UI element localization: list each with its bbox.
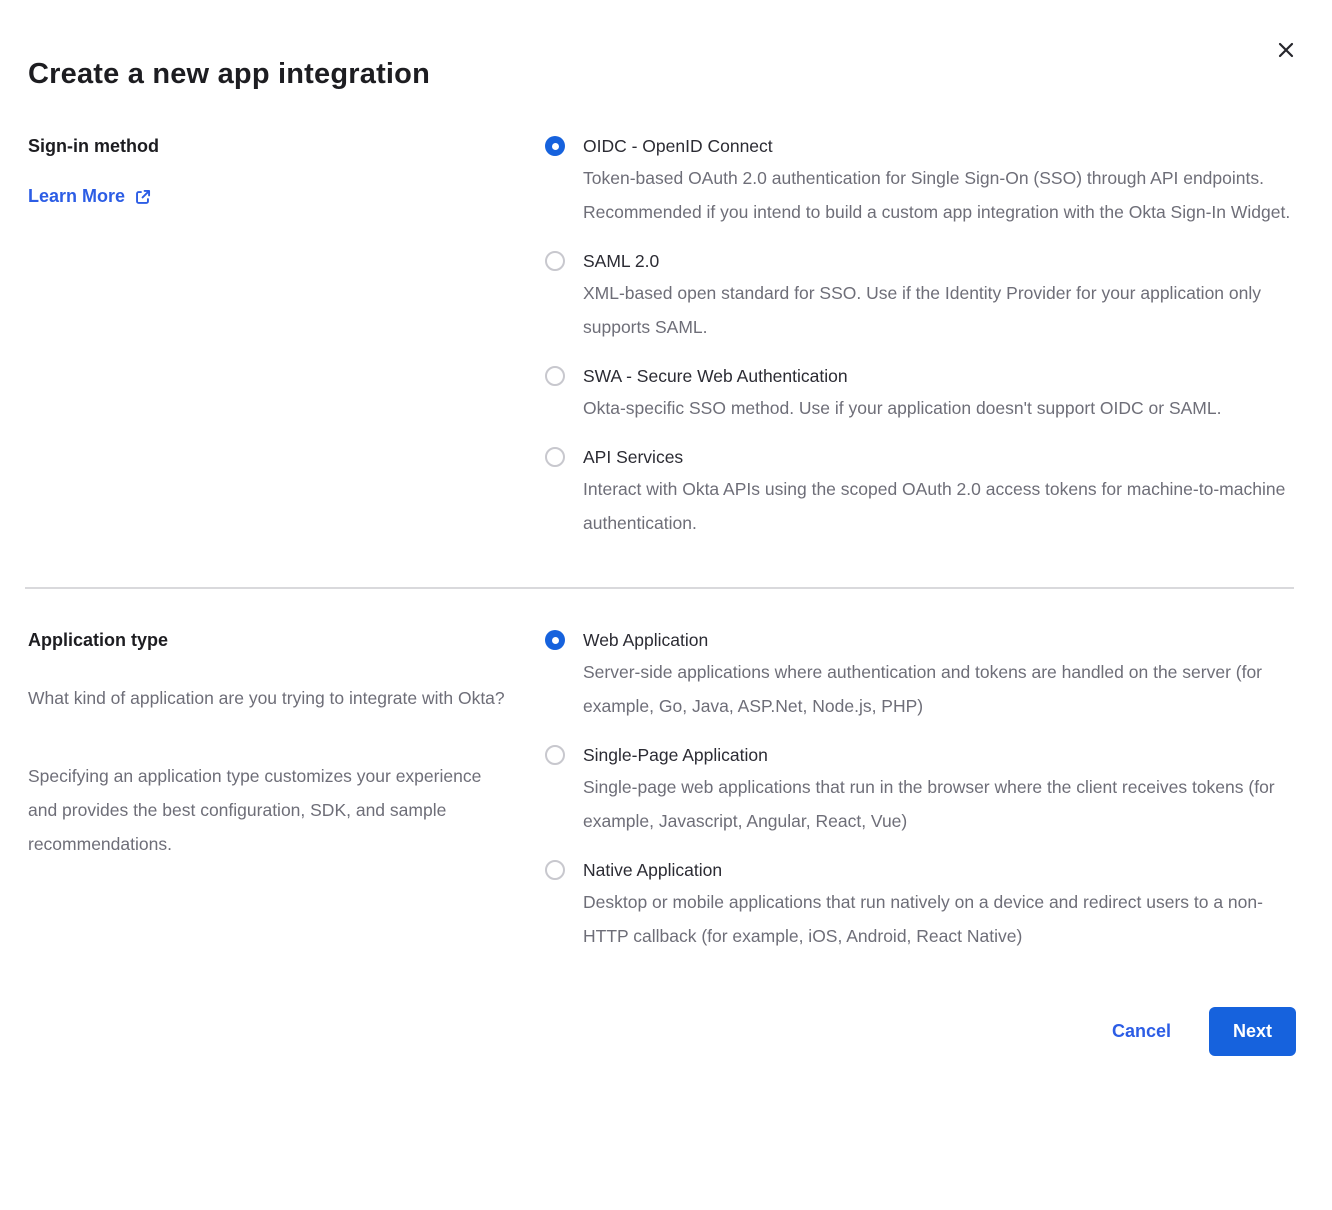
- radio-button-icon[interactable]: [545, 447, 565, 467]
- cancel-button[interactable]: Cancel: [1112, 1021, 1171, 1042]
- section-divider: [25, 587, 1294, 589]
- radio-option-label: OIDC - OpenID Connect: [583, 135, 1296, 158]
- radio-button-icon[interactable]: [545, 251, 565, 271]
- signin-method-section: Sign-in method Learn More OIDC - OpenID …: [28, 135, 1296, 540]
- radio-option-signin-0[interactable]: OIDC - OpenID Connect Token-based OAuth …: [545, 135, 1296, 229]
- radio-option-description: Desktop or mobile applications that run …: [583, 885, 1296, 953]
- application-type-description-2: Specifying an application type customize…: [28, 759, 506, 861]
- radio-option-label: Native Application: [583, 859, 1296, 882]
- radio-option-signin-1[interactable]: SAML 2.0 XML-based open standard for SSO…: [545, 250, 1296, 344]
- radio-option-label: Single-Page Application: [583, 744, 1296, 767]
- radio-button-icon[interactable]: [545, 366, 565, 386]
- signin-method-options: OIDC - OpenID Connect Token-based OAuth …: [545, 135, 1296, 540]
- radio-option-description: XML-based open standard for SSO. Use if …: [583, 276, 1296, 344]
- radio-option-signin-3[interactable]: API Services Interact with Okta APIs usi…: [545, 446, 1296, 540]
- signin-method-label: Sign-in method: [28, 135, 521, 157]
- radio-option-label: Web Application: [583, 629, 1296, 652]
- radio-option-label: SWA - Secure Web Authentication: [583, 365, 1221, 388]
- radio-option-apptype-2[interactable]: Native Application Desktop or mobile app…: [545, 859, 1296, 953]
- learn-more-label: Learn More: [28, 186, 125, 207]
- radio-option-apptype-1[interactable]: Single-Page Application Single-page web …: [545, 744, 1296, 838]
- radio-option-description: Token-based OAuth 2.0 authentication for…: [583, 161, 1296, 229]
- radio-option-label: API Services: [583, 446, 1296, 469]
- external-link-icon: [134, 188, 152, 206]
- radio-option-label: SAML 2.0: [583, 250, 1296, 273]
- radio-option-description: Single-page web applications that run in…: [583, 770, 1296, 838]
- radio-button-icon[interactable]: [545, 860, 565, 880]
- application-type-left-column: Application type What kind of applicatio…: [28, 629, 545, 953]
- dialog-title: Create a new app integration: [28, 58, 1296, 91]
- dialog-footer: Cancel Next: [28, 1007, 1296, 1056]
- radio-option-signin-2[interactable]: SWA - Secure Web Authentication Okta-spe…: [545, 365, 1296, 425]
- application-type-options: Web Application Server-side applications…: [545, 629, 1296, 953]
- next-button[interactable]: Next: [1209, 1007, 1296, 1056]
- radio-option-apptype-0[interactable]: Web Application Server-side applications…: [545, 629, 1296, 723]
- radio-button-icon[interactable]: [545, 136, 565, 156]
- radio-option-description: Interact with Okta APIs using the scoped…: [583, 472, 1296, 540]
- close-button[interactable]: [1274, 38, 1298, 62]
- learn-more-link[interactable]: Learn More: [28, 186, 152, 207]
- signin-method-left-column: Sign-in method Learn More: [28, 135, 545, 540]
- application-type-section: Application type What kind of applicatio…: [28, 629, 1296, 953]
- radio-option-description: Okta-specific SSO method. Use if your ap…: [583, 391, 1221, 425]
- application-type-description-1: What kind of application are you trying …: [28, 681, 506, 715]
- radio-option-description: Server-side applications where authentic…: [583, 655, 1296, 723]
- radio-button-icon[interactable]: [545, 630, 565, 650]
- close-icon: [1276, 40, 1296, 60]
- application-type-label: Application type: [28, 629, 521, 651]
- create-app-integration-dialog: Create a new app integration Sign-in met…: [0, 0, 1332, 1210]
- radio-button-icon[interactable]: [545, 745, 565, 765]
